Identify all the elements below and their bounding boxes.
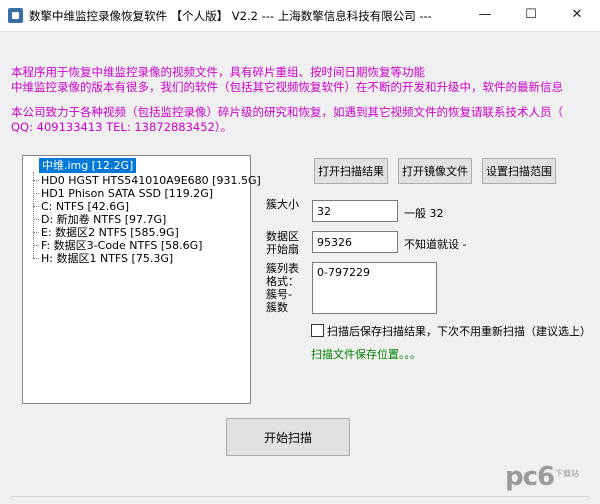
- tree-branch-line: [33, 180, 39, 181]
- data-start-sector-hint: 不知道就设 -: [404, 238, 467, 251]
- maximize-button[interactable]: ☐: [508, 0, 554, 31]
- info-line-3: 本公司致力于各种视频（包括监控录像）碎片级的研究和恢复，如遇到其它视频文件的恢复…: [11, 105, 563, 119]
- open-image-file-button[interactable]: 打开镜像文件: [398, 158, 472, 184]
- set-scan-range-button[interactable]: 设置扫描范围: [482, 158, 556, 184]
- cluster-size-hint: 一般 32: [404, 207, 444, 220]
- cluster-list-label: 簇列表格式：簇号-簇数: [266, 262, 299, 314]
- title-bar: 数擎中维监控录像恢复软件 【个人版】 V2.2 --- 上海数擎信息科技有限公司…: [0, 0, 600, 32]
- tree-branch-line: [33, 245, 39, 246]
- start-scan-button[interactable]: 开始扫描: [226, 418, 350, 456]
- disk-tree[interactable]: 中维.img [12.2G] HD0 HGST HTS541010A9E680 …: [22, 155, 261, 404]
- open-scan-result-button[interactable]: 打开扫描结果: [314, 158, 388, 184]
- cluster-size-input[interactable]: [312, 200, 398, 222]
- info-line-1: 本程序用于恢复中维监控录像的视频文件，具有碎片重组、按时间日期恢复等功能: [11, 65, 425, 79]
- cluster-size-label: 簇大小: [266, 198, 299, 211]
- tree-branch-line: [33, 232, 39, 233]
- info-line-2: 中维监控录像的版本有很多，我们的软件（包括其它视频恢复软件）在不断的开发和升级中…: [11, 80, 563, 94]
- info-line-4: QQ: 409133413 TEL: 13872883452）。: [11, 120, 233, 134]
- data-start-sector-input[interactable]: [312, 231, 398, 253]
- app-icon: [8, 8, 23, 23]
- cluster-list-textarea[interactable]: 0-797229: [312, 262, 437, 314]
- watermark-sub-text: 下载站: [555, 469, 579, 478]
- save-after-scan-checkbox[interactable]: [311, 324, 324, 337]
- tree-branch-line: [33, 219, 39, 220]
- scan-save-location-text: 扫描文件保存位置。。。: [311, 348, 421, 361]
- watermark-logo-text: pc6: [505, 462, 555, 492]
- minimize-button[interactable]: —: [462, 0, 508, 31]
- bottom-divider: [11, 496, 589, 497]
- tree-branch-line: [33, 258, 39, 259]
- tree-branch-line: [33, 193, 39, 194]
- tree-root-item[interactable]: 中维.img [12.2G]: [39, 158, 137, 173]
- tree-item-label: H: 数据区1 NTFS [75.3G]: [41, 252, 174, 265]
- window-title: 数擎中维监控录像恢复软件 【个人版】 V2.2 --- 上海数擎信息科技有限公司…: [29, 9, 432, 23]
- close-button[interactable]: ✕: [554, 0, 600, 31]
- save-after-scan-label: 扫描后保存扫描结果，下次不用重新扫描（建议选上）: [327, 325, 591, 338]
- data-start-sector-label: 数据区开始扇: [266, 230, 299, 256]
- tree-branch-line: [33, 206, 39, 207]
- pc6-watermark-logo: pc6 下载站: [505, 462, 593, 502]
